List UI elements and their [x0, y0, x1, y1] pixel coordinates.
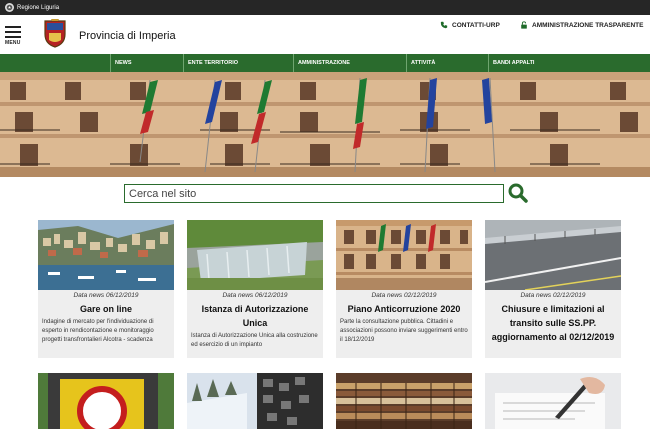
nav-item-attivita[interactable]: ATTIVITÀ — [406, 54, 435, 72]
news-desc: Indagine di mercato per l'individuazione… — [42, 319, 154, 343]
hamburger-icon — [5, 26, 21, 28]
phone-icon — [440, 21, 448, 29]
news-card[interactable] — [485, 373, 621, 429]
news-card[interactable]: Data news 06/12/2019 Istanza di Autorizz… — [187, 220, 323, 358]
news-card[interactable]: Data news 02/12/2019 Piano Anticorruzion… — [336, 220, 472, 358]
news-date: Data news 02/12/2019 — [371, 292, 437, 299]
nav-item-ente-territorio[interactable]: ENTE TERRITORIO — [183, 54, 238, 72]
menu-button[interactable]: MENU — [5, 26, 23, 48]
news-card[interactable]: Data news 02/12/2019 Chiusure e limitazi… — [485, 220, 621, 358]
site-header: MENU Provincia di Imperia CONTATTI-URP A… — [0, 15, 650, 54]
news-card[interactable]: Data news 06/12/2019 Gare on line Indagi… — [38, 220, 174, 358]
news-thumb-signing-document-image — [485, 373, 621, 429]
regione-liguria-logo-icon[interactable] — [5, 3, 14, 12]
menu-label: MENU — [5, 40, 21, 46]
region-link[interactable]: Regione Liguria — [17, 5, 59, 11]
hero-building-image — [0, 72, 650, 177]
nav-item-bandi-appalti[interactable]: BANDI APPALTI — [488, 54, 534, 72]
amministrazione-trasparente-label: AMMINISTRAZIONE TRASPARENTE — [532, 21, 644, 29]
nav-item-amministrazione[interactable]: AMMINISTRAZIONE — [293, 54, 350, 72]
news-title[interactable]: Piano Anticorruzione 2020 — [336, 299, 472, 318]
amministrazione-trasparente-link[interactable]: AMMINISTRAZIONE TRASPARENTE — [520, 21, 643, 29]
news-title[interactable]: Chiusure e limitazioni al transito sulle… — [485, 299, 621, 346]
hamburger-icon-bar — [5, 36, 21, 38]
news-desc: Istanza di Autorizzazione Unica alla cos… — [191, 333, 318, 348]
news-card[interactable] — [38, 373, 174, 429]
news-thumb-road-image — [485, 220, 621, 290]
news-card-body: Data news 02/12/2019 Piano Anticorruzion… — [336, 290, 472, 358]
provincia-crest-icon[interactable] — [43, 18, 67, 48]
nav-item-news[interactable]: NEWS — [110, 54, 132, 72]
news-title[interactable]: Istanza di Autorizzazione Unica — [187, 299, 323, 332]
unlock-icon — [521, 21, 527, 29]
search-input[interactable] — [124, 184, 504, 203]
site-title[interactable]: Provincia di Imperia — [79, 30, 176, 42]
news-card-body: Data news 06/12/2019 Gare on line Indagi… — [38, 290, 174, 358]
hamburger-icon-bar — [5, 31, 21, 33]
main-nav: NEWS ENTE TERRITORIO AMMINISTRAZIONE ATT… — [0, 54, 650, 72]
contatti-urp-label: CONTATTI-URP — [452, 21, 500, 29]
region-bar: Regione Liguria — [0, 0, 650, 15]
news-thumb-palace-image — [336, 220, 472, 290]
news-date: Data news 02/12/2019 — [520, 292, 586, 299]
news-desc: Parte la consultazione pubblica. Cittadi… — [340, 319, 468, 343]
contatti-urp-link[interactable]: CONTATTI-URP — [440, 21, 500, 29]
news-thumb-books-image — [336, 373, 472, 429]
news-date: Data news 06/12/2019 — [222, 292, 288, 299]
news-thumb-traffic-sign-image — [38, 373, 174, 429]
news-thumb-harbor-image — [38, 220, 174, 290]
news-date: Data news 06/12/2019 — [73, 292, 139, 299]
search-icon[interactable] — [508, 183, 528, 203]
news-thumb-snow-tire-image — [187, 373, 323, 429]
news-card[interactable] — [336, 373, 472, 429]
news-thumb-dam-image — [187, 220, 323, 290]
news-title[interactable]: Gare on line — [38, 299, 174, 318]
news-card-body: Data news 02/12/2019 Chiusure e limitazi… — [485, 290, 621, 358]
news-card-body: Data news 06/12/2019 Istanza di Autorizz… — [187, 290, 323, 358]
news-card[interactable] — [187, 373, 323, 429]
